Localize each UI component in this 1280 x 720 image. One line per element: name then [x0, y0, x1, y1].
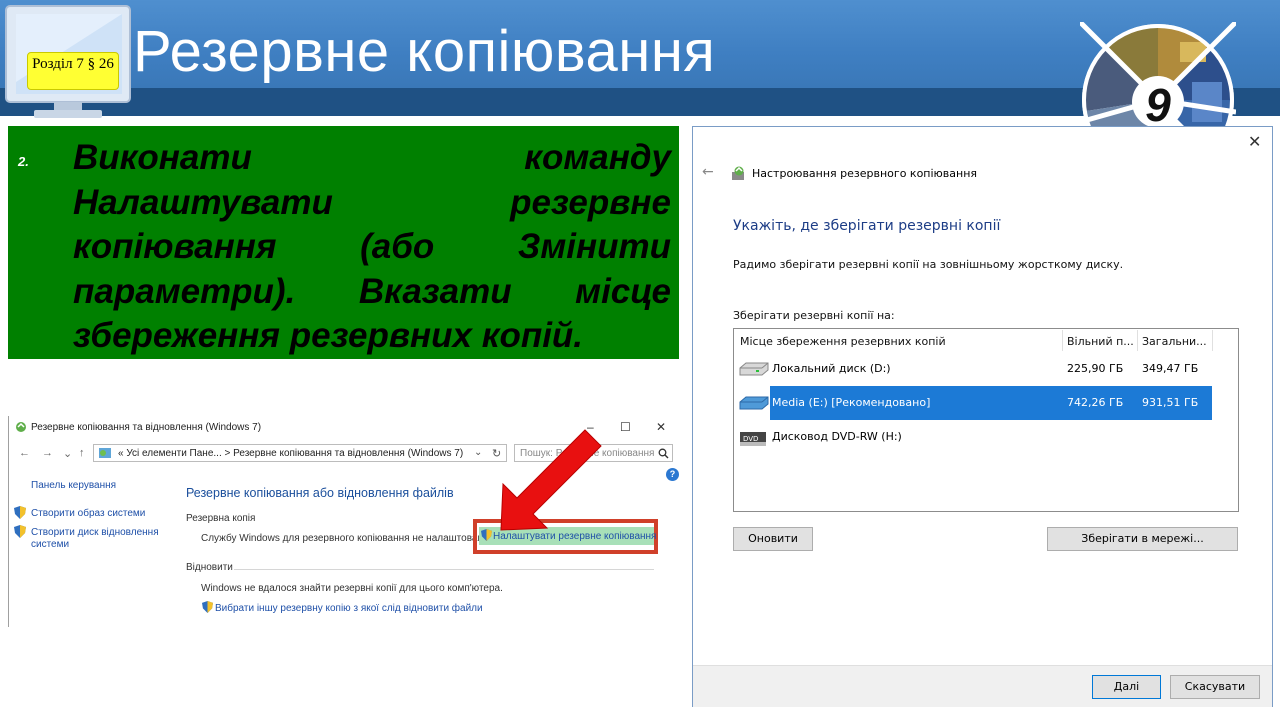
backup-app-icon	[732, 166, 744, 180]
dialog-footer: Далі Скасувати	[693, 665, 1272, 707]
dialog-title: Настроювання резервного копіювання	[752, 167, 978, 180]
drive-name: Локальний диск (D:)	[772, 362, 891, 375]
list-item[interactable]: DVD Дисковод DVD-RW (H:)	[734, 420, 1212, 454]
refresh-button[interactable]: Оновити	[733, 527, 813, 551]
column-separator	[1062, 330, 1063, 351]
section-divider	[234, 569, 654, 570]
drive-free: 742,26 ГБ	[1067, 396, 1124, 409]
sidebar-item-recovery-disk[interactable]: Створити диск відновлення системи	[31, 527, 166, 551]
drive-free: 225,90 ГБ	[1067, 362, 1124, 375]
column-header-free[interactable]: Вільний п...	[1067, 335, 1134, 348]
up-arrow-icon[interactable]: ↑	[79, 447, 85, 459]
drive-total: 349,47 ГБ	[1142, 362, 1199, 375]
destination-list[interactable]: Місце збереження резервних копій Вільний…	[733, 328, 1239, 512]
external-drive-icon	[739, 396, 769, 410]
maximize-button[interactable]: ☐	[620, 420, 631, 434]
column-separator	[1137, 330, 1138, 351]
forward-arrow-icon[interactable]: →	[42, 447, 53, 459]
dvd-drive-icon: DVD	[740, 432, 766, 446]
shield-icon	[14, 506, 26, 519]
drive-name: Media (E:) [Рекомендовано]	[772, 396, 931, 409]
step-number: 2.	[18, 154, 29, 169]
control-panel-icon	[99, 448, 111, 458]
restore-section-label: Відновити	[186, 562, 233, 573]
backup-status-message: Службу Windows для резервного копіювання…	[201, 533, 492, 544]
dialog-heading: Укажіть, де зберігати резервні копії	[733, 218, 1001, 234]
address-path: « Усі елементи Пане... > Резервне копіюв…	[118, 448, 464, 459]
close-button[interactable]: ✕	[656, 420, 666, 434]
column-header-total[interactable]: Загальни...	[1142, 335, 1207, 348]
sidebar-item-control-panel[interactable]: Панель керування	[31, 480, 116, 491]
backup-app-icon	[16, 422, 26, 432]
save-on-network-button[interactable]: Зберігати в мережі...	[1047, 527, 1238, 551]
address-box[interactable]: « Усі елементи Пане... > Резервне копіюв…	[93, 444, 507, 462]
search-icon[interactable]	[658, 448, 669, 459]
column-header-location[interactable]: Місце збереження резервних копій	[740, 335, 946, 348]
dialog-description: Радимо зберігати резервні копії на зовні…	[733, 258, 1124, 271]
slide-title: Резервне копіювання	[133, 19, 716, 84]
step-text: Виконати команду Налаштувати резервне ко…	[73, 138, 671, 355]
shield-icon	[481, 529, 492, 541]
next-button[interactable]: Далі	[1092, 675, 1161, 699]
instruction-box: 2. Виконати команду Налаштувати резервне…	[8, 126, 679, 359]
shield-icon	[14, 525, 26, 538]
choose-other-backup-link[interactable]: Вибрати іншу резервну копію з якої слід …	[215, 603, 483, 614]
main-title: Резервне копіювання або відновлення файл…	[186, 486, 454, 500]
back-arrow-icon[interactable]: ←	[702, 164, 714, 180]
column-separator	[1212, 330, 1213, 351]
save-location-label: Зберігати резервні копії на:	[733, 309, 895, 322]
backup-settings-dialog: ✕ ← Настроювання резервного копіювання У…	[692, 126, 1273, 707]
pointer-arrow	[500, 429, 602, 531]
svg-text:DVD: DVD	[743, 435, 758, 443]
dialog-close-button[interactable]: ✕	[1248, 132, 1261, 151]
recent-chevron-icon[interactable]: ⌄	[63, 447, 72, 460]
section-badge: Розділ 7 § 26	[27, 52, 119, 90]
drive-name: Дисковод DVD-RW (H:)	[772, 430, 902, 443]
help-icon[interactable]: ?	[666, 468, 679, 481]
backup-section-label: Резервна копія	[186, 513, 256, 524]
cancel-button[interactable]: Скасувати	[1170, 675, 1260, 699]
shield-icon	[202, 601, 213, 613]
list-item-selected[interactable]: Media (E:) [Рекомендовано] 742,26 ГБ 931…	[770, 386, 1212, 420]
sidebar-item-system-image[interactable]: Створити образ системи	[31, 508, 145, 519]
grade-number: 9	[1145, 79, 1171, 131]
window-title: Резервне копіювання та відновлення (Wind…	[31, 422, 262, 433]
list-item[interactable]: Локальний диск (D:) 225,90 ГБ 349,47 ГБ	[734, 352, 1212, 386]
drive-total: 931,51 ГБ	[1142, 396, 1199, 409]
hard-drive-icon	[739, 362, 769, 376]
back-arrow-icon[interactable]: ←	[19, 447, 30, 459]
address-dropdown-icon[interactable]: ⌄	[474, 447, 482, 458]
restore-status-message: Windows не вдалося знайти резервні копії…	[201, 583, 503, 594]
